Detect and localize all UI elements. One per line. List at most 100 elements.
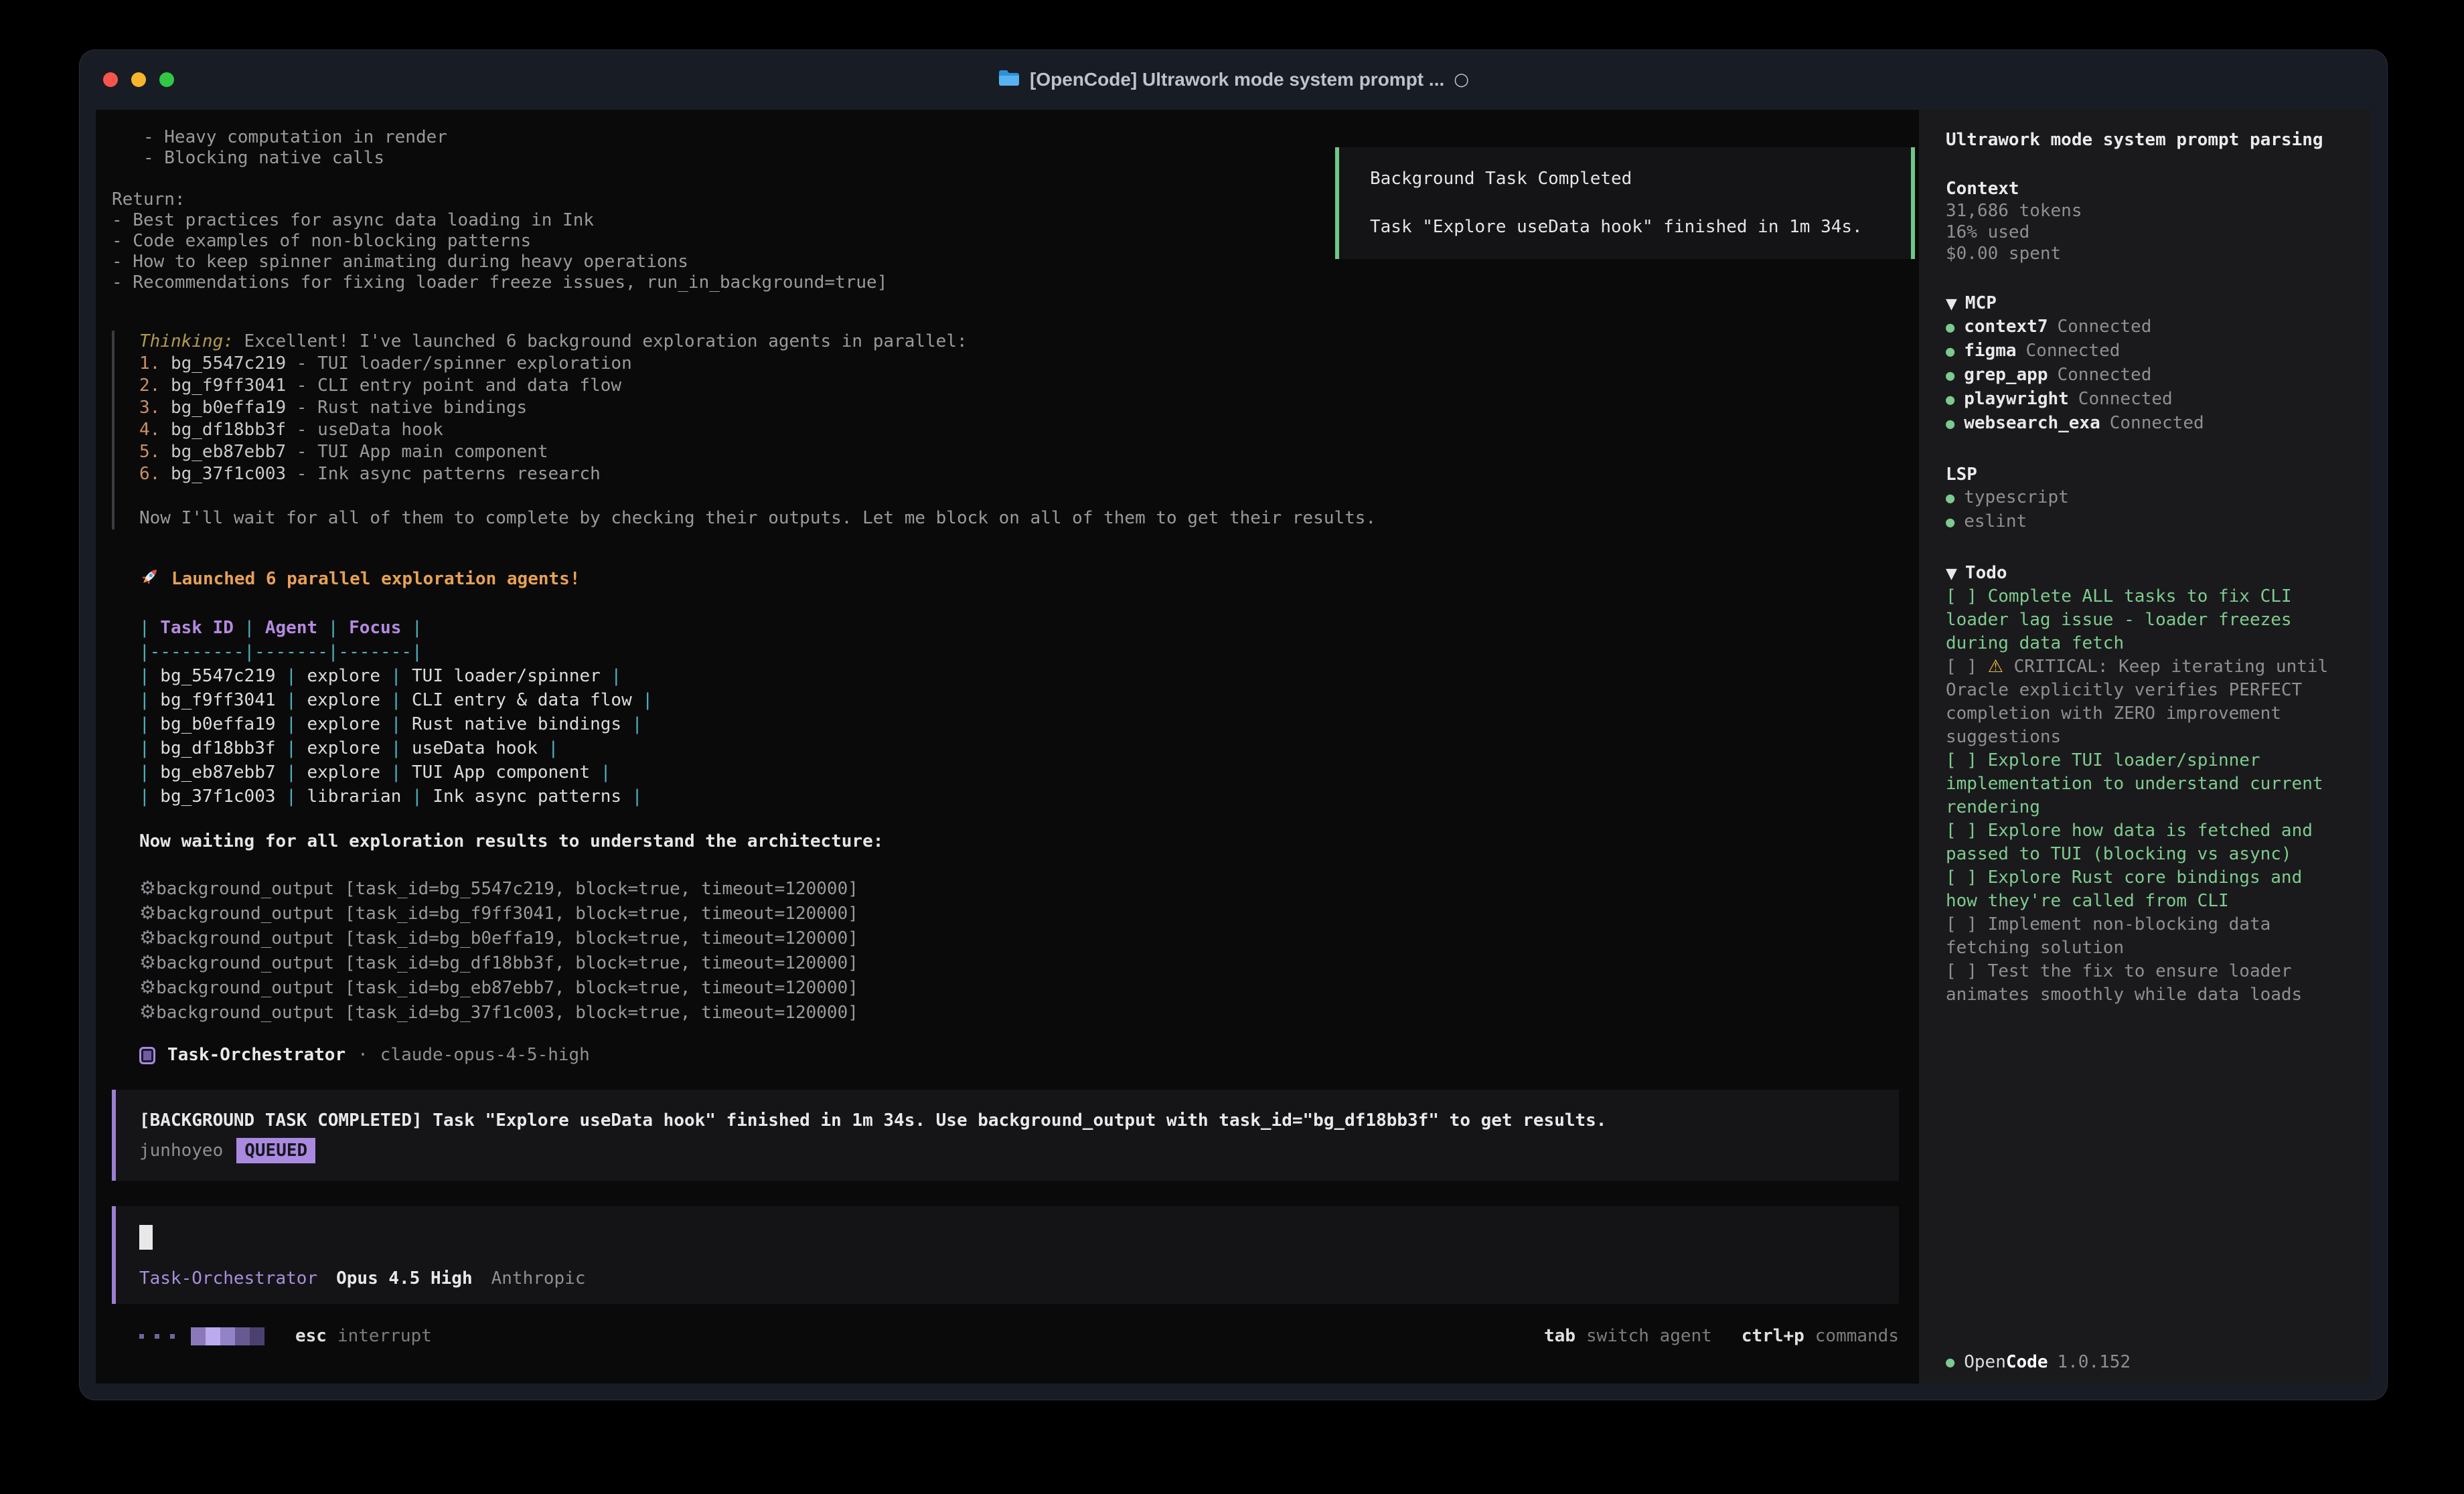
context-heading: Context xyxy=(1946,178,2340,200)
tab-key-hint: tab xyxy=(1544,1326,1575,1346)
thinking-intro: Thinking: Excellent! I've launched 6 bac… xyxy=(139,331,1899,353)
esc-key-label: interrupt xyxy=(337,1326,432,1346)
status-bar: esc interrupt tab switch agent ctrl+p co… xyxy=(112,1319,1899,1353)
input-model[interactable]: Opus 4.5 High xyxy=(336,1268,473,1289)
toast-title: Background Task Completed xyxy=(1370,169,1880,189)
lsp-item: ●typescript xyxy=(1946,486,2340,510)
agent-status-line: Task-Orchestrator · claude-opus-4-5-high xyxy=(139,1045,1899,1066)
status-dot-icon: ● xyxy=(1946,340,1954,363)
sidebar: Ultrawork mode system prompt parsing Con… xyxy=(1919,110,2371,1384)
thinking-block: Thinking: Excellent! I've launched 6 bac… xyxy=(112,331,1899,529)
tool-call-line: ⚙background_output [task_id=bg_b0effa19,… xyxy=(139,926,1899,950)
mcp-item: ●websearch_exaConnected xyxy=(1946,412,2340,436)
zoom-button[interactable] xyxy=(159,72,174,87)
brand: OpenCode xyxy=(1964,1351,2048,1374)
ctrlp-key-hint: ctrl+p xyxy=(1742,1326,1804,1346)
status-dot-icon: ● xyxy=(1946,1351,1954,1374)
background-completed-meta: junhoyeo QUEUED xyxy=(139,1138,1879,1163)
content-frame: Background Task Completed Task "Explore … xyxy=(96,110,2371,1384)
app-window: [OpenCode] Ultrawork mode system prompt … xyxy=(79,50,2388,1400)
todo-item: [ ] ⚠ CRITICAL: Keep iterating until Ora… xyxy=(1946,655,2340,749)
thinking-item: 5. bg_eb87ebb7 - TUI App main component xyxy=(139,441,1899,463)
terminal-main: Background Task Completed Task "Explore … xyxy=(96,110,1919,1384)
mcp-item: ●grep_appConnected xyxy=(1946,363,2340,388)
folder-icon xyxy=(998,69,1020,90)
input-provider: Anthropic xyxy=(491,1268,586,1289)
context-tokens: 31,686 tokens xyxy=(1946,200,2340,222)
gear-icon: ⚙ xyxy=(139,951,156,973)
background-completed-message: [BACKGROUND TASK COMPLETED] Task "Explor… xyxy=(139,1108,1879,1133)
proxy-status-icon: ○ xyxy=(1454,70,1469,90)
waiting-line: Now waiting for all exploration results … xyxy=(139,831,1899,852)
thinking-item: 6. bg_37f1c003 - Ink async patterns rese… xyxy=(139,463,1899,485)
table-row: | bg_5547c219 | explore | TUI loader/spi… xyxy=(139,664,1899,688)
result-line: - Heavy computation in render xyxy=(112,127,1899,148)
rocket-icon xyxy=(139,566,161,592)
mcp-item: ●context7Connected xyxy=(1946,315,2340,339)
mcp-item: ●playwrightConnected xyxy=(1946,388,2340,412)
lsp-item: ●eslint xyxy=(1946,510,2340,534)
agents-table: | Task ID | Agent | Focus | |---------|-… xyxy=(139,616,1899,809)
text-cursor xyxy=(139,1225,153,1250)
agent-model: claude-opus-4-5-high xyxy=(380,1045,590,1066)
input-agent[interactable]: Task-Orchestrator xyxy=(139,1268,317,1289)
todo-heading[interactable]: ▼Todo xyxy=(1946,562,2340,585)
gear-icon: ⚙ xyxy=(139,1001,156,1023)
thinking-label: Thinking: xyxy=(139,331,234,351)
context-spent: $0.00 spent xyxy=(1946,243,2340,264)
status-dot-icon: ● xyxy=(1946,364,1954,388)
todo-item: [ ] Test the fix to ensure loader animat… xyxy=(1946,960,2340,1007)
tab-key-label: switch agent xyxy=(1586,1326,1712,1346)
status-left: esc interrupt xyxy=(139,1326,432,1346)
status-dot-icon: ● xyxy=(1946,487,1954,510)
warning-icon: ⚠ xyxy=(1988,657,2003,677)
agent-icon xyxy=(139,1047,155,1064)
thinking-item: 2. bg_f9ff3041 - CLI entry point and dat… xyxy=(139,375,1899,397)
todo-item: [ ] Implement non-blocking data fetching… xyxy=(1946,913,2340,960)
gear-icon: ⚙ xyxy=(139,976,156,998)
session-title: Ultrawork mode system prompt parsing xyxy=(1946,129,2340,151)
chevron-down-icon: ▼ xyxy=(1946,566,1957,582)
todo-item: [ ] Explore Rust core bindings and how t… xyxy=(1946,866,2340,913)
traffic-lights xyxy=(103,50,174,110)
dot-separator: · xyxy=(358,1045,368,1066)
status-dot-icon: ● xyxy=(1946,316,1954,339)
table-header-row: | Task ID | Agent | Focus | xyxy=(139,616,1899,640)
tool-call-line: ⚙background_output [task_id=bg_eb87ebb7,… xyxy=(139,975,1899,1000)
todo-item: [ ] Complete ALL tasks to fix CLI loader… xyxy=(1946,585,2340,655)
table-row: | bg_b0effa19 | explore | Rust native bi… xyxy=(139,712,1899,736)
table-row: | bg_df18bb3f | explore | useData hook | xyxy=(139,736,1899,760)
tool-call-list: ⚙background_output [task_id=bg_5547c219,… xyxy=(139,876,1899,1025)
gear-icon: ⚙ xyxy=(139,926,156,948)
status-dot-icon: ● xyxy=(1946,412,1954,436)
thinking-item: 1. bg_5547c219 - TUI loader/spinner expl… xyxy=(139,353,1899,375)
status-right: tab switch agent ctrl+p commands xyxy=(1544,1326,1899,1346)
input-meta: Task-Orchestrator Opus 4.5 High Anthropi… xyxy=(139,1268,1879,1289)
announce-line: Launched 6 parallel exploration agents! xyxy=(139,566,1899,592)
table-row: | bg_eb87ebb7 | explore | TUI App compon… xyxy=(139,760,1899,784)
prompt-input[interactable]: Task-Orchestrator Opus 4.5 High Anthropi… xyxy=(112,1206,1899,1304)
todo-item: [ ] Explore how data is fetched and pass… xyxy=(1946,819,2340,866)
esc-key-hint: esc xyxy=(295,1326,327,1346)
chevron-down-icon: ▼ xyxy=(1946,296,1957,313)
agent-name: Task-Orchestrator xyxy=(167,1045,345,1066)
thinking-item: 4. bg_df18bb3f - useData hook xyxy=(139,419,1899,441)
thinking-blank-line xyxy=(139,485,1899,507)
context-used: 16% used xyxy=(1946,222,2340,243)
app-version: 1.0.152 xyxy=(2058,1351,2131,1374)
spinner-dots-icon xyxy=(139,1334,175,1339)
mcp-heading[interactable]: ▼MCP xyxy=(1946,293,2340,315)
ctrlp-key-label: commands xyxy=(1815,1326,1899,1346)
mcp-item: ●figmaConnected xyxy=(1946,339,2340,363)
table-separator-row: |---------|-------|-------| xyxy=(139,640,1899,664)
window-title-text: [OpenCode] Ultrawork mode system prompt … xyxy=(1030,69,1444,90)
gear-icon: ⚙ xyxy=(139,877,156,899)
spinner-gradient-icon xyxy=(191,1327,264,1345)
toast-notification[interactable]: Background Task Completed Task "Explore … xyxy=(1335,147,1915,259)
minimize-button[interactable] xyxy=(131,72,146,87)
username: junhoyeo xyxy=(139,1139,223,1163)
announce-text: Launched 6 parallel exploration agents! xyxy=(171,569,580,589)
toast-body: Task "Explore useData hook" finished in … xyxy=(1370,217,1880,238)
close-button[interactable] xyxy=(103,72,118,87)
table-row: | bg_37f1c003 | librarian | Ink async pa… xyxy=(139,784,1899,809)
